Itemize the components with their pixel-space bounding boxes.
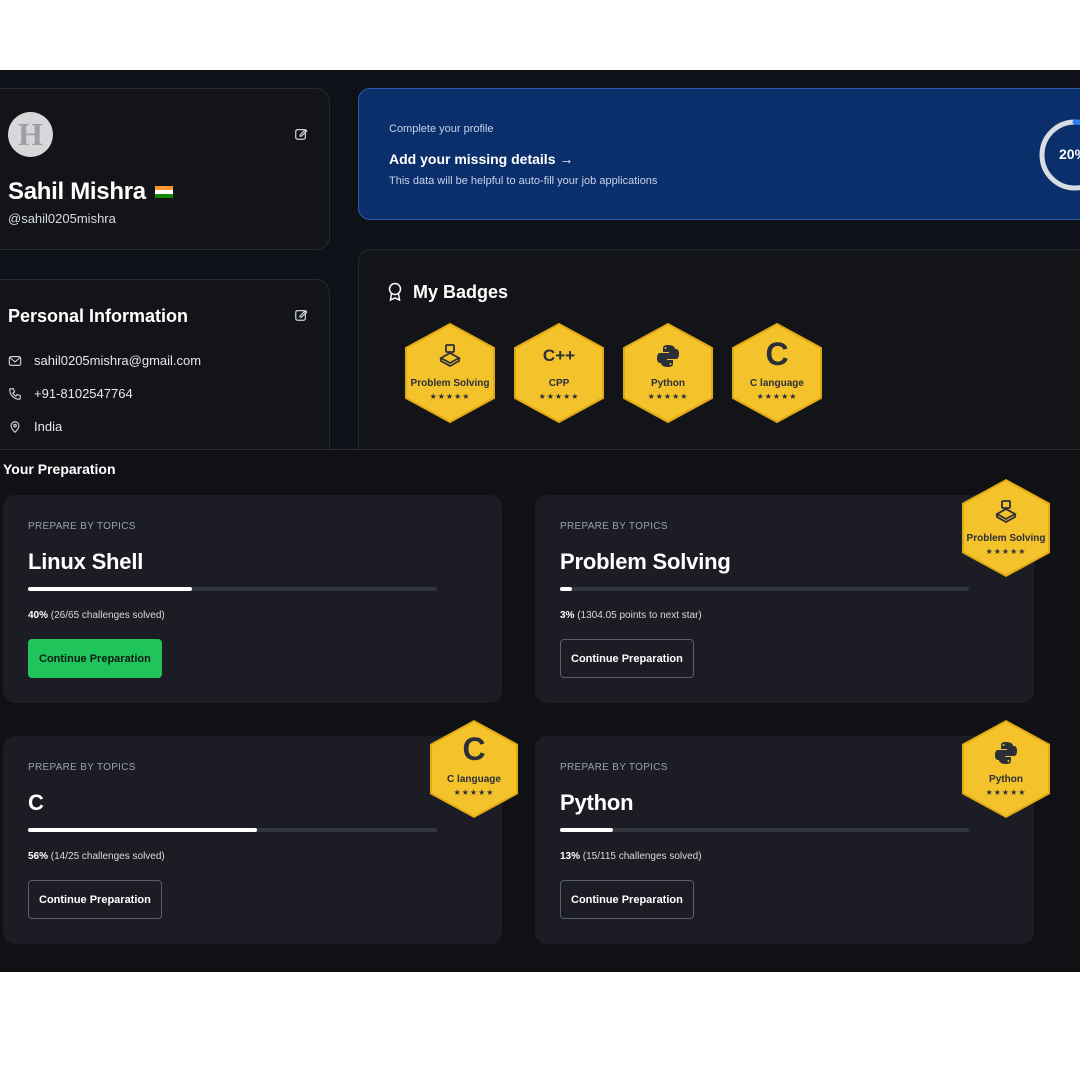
- badge-label: Problem Solving: [410, 378, 490, 389]
- console-icon: [995, 500, 1017, 524]
- edit-icon[interactable]: [294, 127, 308, 141]
- prep-card-problem-solving: PREPARE BY TOPICS Problem Solving 3% (13…: [535, 495, 1034, 703]
- preparation-heading: Your Preparation: [3, 461, 116, 477]
- edit-icon[interactable]: [294, 308, 308, 322]
- badge-stars: ★★★★★: [453, 788, 495, 797]
- cpp-icon: C++: [542, 346, 576, 365]
- hexagon-shape: [961, 478, 1051, 578]
- location-row: India: [8, 419, 62, 434]
- badge-stars: ★★★★★: [429, 392, 471, 401]
- c-icon: C: [462, 731, 486, 767]
- c-icon: C: [765, 336, 789, 372]
- banner-subtitle: This data will be helpful to auto-fill y…: [389, 175, 658, 187]
- progress-percent: 40%: [28, 610, 49, 621]
- add-missing-details-link[interactable]: Add your missing details →: [389, 151, 573, 167]
- profile-progress-text: 20%: [1059, 146, 1080, 162]
- personal-info-title: Personal Information: [8, 306, 189, 326]
- prep-stat: 40% (26/65 challenges solved): [28, 610, 165, 621]
- prep-overline: PREPARE BY TOPICS: [560, 521, 668, 532]
- badges-title: My Badges: [413, 282, 509, 302]
- progress-fill: [28, 828, 258, 832]
- progress-percent: 13%: [560, 851, 581, 862]
- prep-card-python: PREPARE BY TOPICS Python 13% (15/115 cha…: [535, 736, 1034, 944]
- prep-overline: PREPARE BY TOPICS: [28, 521, 136, 532]
- console-icon: [439, 344, 461, 368]
- badge-label: Python: [651, 378, 685, 389]
- mail-icon: [8, 355, 22, 366]
- badge-stars: ★★★★★: [985, 788, 1027, 797]
- progress-detail: (14/25 challenges solved): [48, 851, 165, 862]
- badge-stars: ★★★★★: [985, 547, 1027, 556]
- badge-problem-solving[interactable]: Problem Solving ★★★★★: [404, 322, 496, 424]
- progress-fill: [28, 587, 192, 591]
- hexagon-shape: [961, 719, 1051, 819]
- hexagon-shape: [405, 322, 495, 424]
- prep-title[interactable]: Problem Solving: [560, 549, 731, 575]
- email-row: sahil0205mishra@gmail.com: [8, 353, 201, 368]
- progress-percent: 3%: [560, 610, 575, 621]
- progress-fill: [560, 587, 573, 591]
- progress-detail: (26/65 challenges solved): [48, 610, 165, 621]
- progress-bar: [28, 828, 437, 832]
- prep-card-linux-shell: PREPARE BY TOPICS Linux Shell 40% (26/65…: [3, 495, 502, 703]
- badge-label: C language: [447, 774, 501, 785]
- continue-preparation-button[interactable]: Continue Preparation: [560, 639, 694, 678]
- prep-stat: 3% (1304.05 points to next star): [560, 610, 702, 621]
- python-icon: [995, 742, 1017, 764]
- prep-overline: PREPARE BY TOPICS: [560, 762, 668, 773]
- prep-stat: 13% (15/115 challenges solved): [560, 851, 702, 862]
- prep-title[interactable]: Linux Shell: [28, 549, 143, 575]
- hexagon-shape: [514, 322, 604, 424]
- badge-label: Python: [989, 774, 1023, 785]
- badge-c-language-corner: C C language ★★★★★: [429, 719, 519, 819]
- badge-problem-solving-corner: Problem Solving ★★★★★: [961, 478, 1051, 578]
- profile-handle: @sahil0205mishra: [8, 211, 116, 226]
- badge-cpp[interactable]: C++ CPP ★★★★★: [513, 322, 605, 424]
- email-value: sahil0205mishra@gmail.com: [34, 353, 202, 368]
- prep-card-c: PREPARE BY TOPICS C 56% (14/25 challenge…: [3, 736, 502, 944]
- personal-info-card: Personal Information sahil0205mishra@gma…: [0, 279, 330, 450]
- progress-detail: (1304.05 points to next star): [574, 610, 702, 621]
- badge-python-corner: Python ★★★★★: [961, 719, 1051, 819]
- complete-profile-banner[interactable]: Complete your profile Add your missing d…: [358, 88, 1080, 220]
- progress-bar: [560, 828, 969, 832]
- award-icon: [388, 282, 402, 302]
- profile-card: H Sahil Mishra @sahil0205mishra: [0, 88, 330, 250]
- continue-preparation-button[interactable]: Continue Preparation: [28, 639, 162, 678]
- continue-preparation-button[interactable]: Continue Preparation: [28, 880, 162, 919]
- badge-c-language[interactable]: C C language ★★★★★: [731, 322, 823, 424]
- badge-label: CPP: [548, 378, 570, 389]
- python-icon: [657, 345, 679, 367]
- progress-percent: 56%: [28, 851, 49, 862]
- progress-detail: (15/115 challenges solved): [580, 851, 702, 862]
- badge-label: Problem Solving: [966, 533, 1046, 544]
- profile-name-text: Sahil Mishra: [8, 178, 146, 205]
- badge-stars: ★★★★★: [756, 392, 798, 401]
- preparation-section: Your Preparation PREPARE BY TOPICS Linux…: [0, 449, 1080, 972]
- badge-python[interactable]: Python ★★★★★: [622, 322, 714, 424]
- location-value: India: [34, 419, 63, 434]
- location-pin-icon: [10, 420, 20, 433]
- profile-name: Sahil Mishra: [8, 178, 173, 206]
- profile-section: H Sahil Mishra @sahil0205mishra Personal…: [0, 70, 1080, 450]
- phone-icon: [9, 387, 21, 400]
- prep-stat: 56% (14/25 challenges solved): [28, 851, 165, 862]
- prep-title[interactable]: C: [28, 790, 44, 816]
- continue-preparation-button[interactable]: Continue Preparation: [560, 880, 694, 919]
- avatar[interactable]: H: [8, 112, 53, 157]
- india-flag-icon: [154, 186, 173, 198]
- progress-bar: [28, 587, 437, 591]
- badge-stars: ★★★★★: [647, 392, 689, 401]
- badge-label: C language: [750, 378, 804, 389]
- prep-overline: PREPARE BY TOPICS: [28, 762, 136, 773]
- phone-value: +91-8102547764: [34, 386, 133, 401]
- progress-fill: [560, 828, 614, 832]
- badge-stars: ★★★★★: [538, 392, 580, 401]
- prep-title[interactable]: Python: [560, 790, 634, 816]
- phone-row: +91-8102547764: [8, 386, 133, 401]
- progress-bar: [560, 587, 969, 591]
- hexagon-shape: [623, 322, 713, 424]
- badges-card: My Badges Problem Solving ★★★★★ C++ CPP …: [358, 249, 1080, 450]
- banner-overline: Complete your profile: [389, 123, 494, 135]
